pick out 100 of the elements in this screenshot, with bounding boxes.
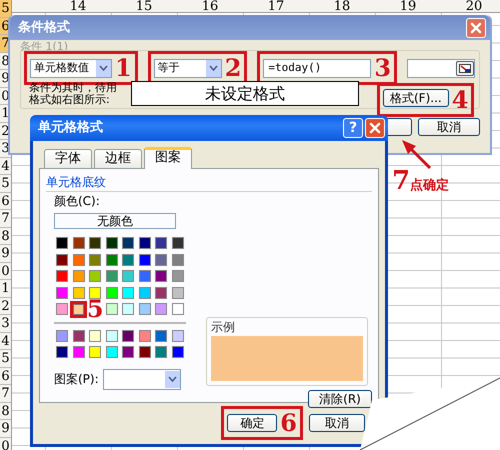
caret-icon bbox=[168, 376, 177, 382]
step-number: 3 bbox=[374, 57, 392, 79]
color-swatch[interactable] bbox=[155, 270, 168, 282]
color-swatch[interactable] bbox=[72, 286, 85, 299]
formula-field[interactable]: =today() bbox=[263, 58, 372, 78]
row-header: 8 bbox=[0, 402, 11, 420]
row-header: 6 bbox=[0, 192, 11, 210]
color-swatch[interactable] bbox=[89, 270, 102, 282]
color-swatch[interactable] bbox=[89, 237, 102, 250]
color-swatch[interactable] bbox=[72, 237, 85, 250]
color-swatch[interactable] bbox=[56, 270, 68, 282]
row-header: 5 bbox=[0, 175, 11, 192]
field-value: =today() bbox=[268, 60, 322, 76]
color-swatch[interactable] bbox=[106, 254, 118, 266]
column-header: 18 bbox=[332, 0, 352, 12]
tab[interactable]: 边框 bbox=[94, 149, 142, 168]
step-number: 4 bbox=[452, 88, 468, 110]
row-header: 9 bbox=[0, 245, 11, 262]
dropdown[interactable]: 单元格数值 bbox=[30, 58, 112, 78]
step-number: 7 bbox=[392, 165, 410, 198]
input-field[interactable] bbox=[407, 58, 475, 78]
color-swatch[interactable] bbox=[122, 346, 134, 358]
color-swatch[interactable] bbox=[138, 270, 151, 282]
color-swatch[interactable] bbox=[172, 346, 184, 358]
color-swatch[interactable] bbox=[172, 237, 184, 250]
format-button[interactable]: 格式(F)... bbox=[383, 88, 449, 106]
color-swatch[interactable] bbox=[72, 346, 85, 358]
column-header: 15 bbox=[134, 0, 154, 12]
color-swatch[interactable] bbox=[155, 303, 168, 316]
color-swatch[interactable] bbox=[89, 330, 102, 342]
help-button[interactable]: ? bbox=[343, 118, 363, 138]
color-swatch[interactable] bbox=[106, 303, 118, 316]
color-swatch[interactable] bbox=[155, 330, 168, 342]
row-header: 3 bbox=[0, 315, 11, 332]
color-swatch[interactable] bbox=[138, 330, 151, 342]
color-swatch[interactable] bbox=[56, 237, 68, 250]
color-swatch[interactable] bbox=[155, 237, 168, 250]
step-number: 6 bbox=[280, 412, 297, 434]
color-swatch[interactable] bbox=[172, 330, 184, 342]
clear-button[interactable]: 清除(R) bbox=[308, 390, 372, 408]
color-swatch[interactable] bbox=[72, 270, 85, 282]
color-swatch[interactable] bbox=[56, 286, 68, 299]
tab[interactable]: 图案 bbox=[144, 147, 192, 169]
color-swatch[interactable] bbox=[89, 286, 102, 299]
no-color-button[interactable]: 无颜色 bbox=[54, 213, 176, 229]
color-swatch[interactable] bbox=[106, 330, 118, 342]
close-icon bbox=[469, 20, 483, 34]
color-swatch[interactable] bbox=[122, 270, 134, 282]
color-swatch[interactable] bbox=[172, 286, 184, 299]
color-swatch[interactable] bbox=[155, 346, 168, 358]
color-swatch[interactable] bbox=[122, 237, 134, 250]
dropdown[interactable] bbox=[102, 368, 181, 390]
color-swatch[interactable] bbox=[89, 254, 102, 266]
color-swatch[interactable] bbox=[138, 286, 151, 299]
color-swatch[interactable] bbox=[172, 303, 184, 316]
dropdown[interactable]: 等于 bbox=[154, 58, 222, 78]
column-header: 20 bbox=[464, 0, 484, 12]
color-swatch[interactable] bbox=[122, 303, 134, 316]
color-swatch[interactable] bbox=[56, 330, 68, 342]
dropdown-value: 单元格数值 bbox=[34, 60, 89, 76]
color-swatch[interactable] bbox=[138, 254, 151, 266]
range-button[interactable] bbox=[456, 60, 474, 76]
color-swatch[interactable] bbox=[138, 237, 151, 250]
color-swatch[interactable] bbox=[72, 254, 85, 266]
format-preview: 未设定格式 bbox=[131, 81, 359, 106]
color-swatch[interactable] bbox=[72, 330, 85, 342]
color-swatch[interactable] bbox=[138, 303, 151, 316]
color-swatch[interactable] bbox=[56, 346, 68, 358]
color-swatch[interactable] bbox=[106, 286, 118, 299]
color-swatch[interactable] bbox=[172, 254, 184, 266]
cancel-button[interactable]: 取消 bbox=[418, 118, 480, 136]
color-swatch[interactable] bbox=[172, 270, 184, 282]
color-swatch[interactable] bbox=[89, 346, 102, 358]
color-swatch[interactable] bbox=[155, 254, 168, 266]
color-swatch[interactable] bbox=[138, 346, 151, 358]
color-swatch[interactable] bbox=[106, 237, 118, 250]
color-swatch[interactable] bbox=[122, 286, 134, 299]
color-swatch[interactable] bbox=[106, 270, 118, 282]
ok-button[interactable]: 确定 bbox=[227, 414, 278, 432]
row-header: 9 bbox=[0, 420, 11, 438]
step-number: 5 bbox=[86, 298, 104, 320]
caret-icon bbox=[208, 65, 218, 71]
tab[interactable]: 字体 bbox=[44, 149, 92, 168]
group-label: 单元格底纹 bbox=[46, 174, 107, 191]
close-button[interactable] bbox=[466, 18, 486, 38]
color-swatch[interactable] bbox=[56, 254, 68, 266]
color-swatch[interactable] bbox=[155, 286, 168, 299]
row-header: 8 bbox=[0, 228, 11, 245]
color-swatch[interactable] bbox=[122, 254, 134, 266]
window-title: 条件格式 bbox=[18, 18, 71, 37]
cancel-button[interactable]: 取消 bbox=[309, 414, 365, 432]
row-header: 4 bbox=[0, 158, 11, 175]
close-button[interactable] bbox=[365, 118, 385, 138]
field-label: 图案(P): bbox=[54, 371, 99, 388]
color-swatch[interactable] bbox=[70, 300, 88, 318]
color-swatch[interactable] bbox=[106, 346, 118, 358]
row-header: 0 bbox=[0, 262, 11, 280]
color-swatch[interactable] bbox=[122, 330, 134, 342]
color-swatch[interactable] bbox=[56, 303, 68, 316]
row-header: 7 bbox=[0, 385, 11, 402]
